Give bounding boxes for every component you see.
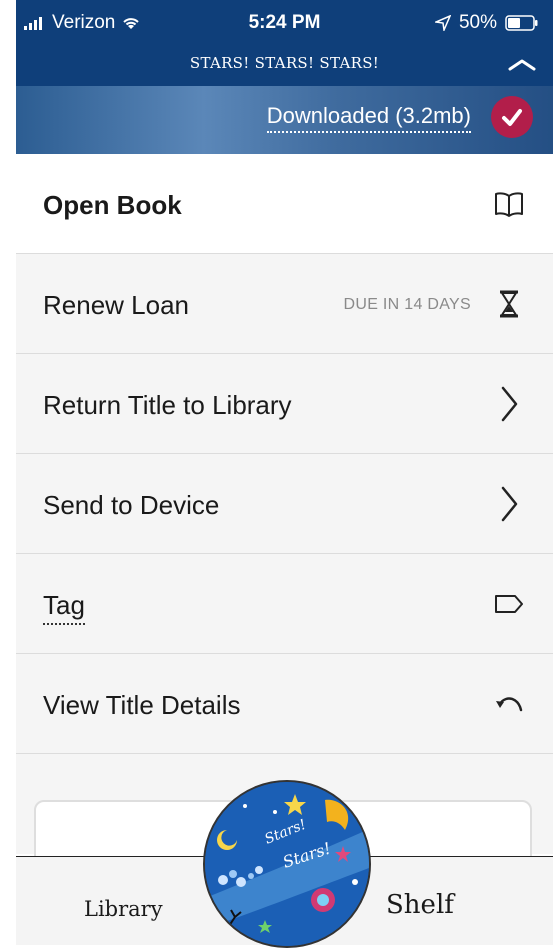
battery-status: 50% [434, 12, 539, 34]
book-title: STARS! STARS! STARS! [189, 54, 380, 72]
undo-arrow-icon [493, 688, 525, 720]
title-action-menu: Open Book Renew Loan DUE IN 14 DAYS Retu… [16, 154, 553, 854]
title-bar: STARS! STARS! STARS! [16, 46, 553, 86]
tab-shelf[interactable]: Shelf [386, 890, 454, 920]
menu-item-send-to-device[interactable]: Send to Device [16, 454, 553, 554]
chevron-up-icon [508, 59, 536, 71]
location-arrow-icon [434, 15, 451, 31]
download-status-link[interactable]: Downloaded (3.2mb) [266, 103, 471, 133]
status-bar: Verizon 5:24 PM 50% [16, 0, 553, 46]
book-cover-thumbnail[interactable]: Stars! Stars! [203, 780, 371, 948]
menu-item-label: Renew Loan [43, 290, 189, 320]
due-date-badge: DUE IN 14 DAYS [343, 296, 471, 313]
battery-icon [505, 15, 538, 31]
hourglass-icon [493, 288, 525, 320]
battery-percent: 50% [458, 12, 497, 33]
menu-item-view-title-details[interactable]: View Title Details [16, 654, 553, 754]
book-icon [493, 188, 525, 220]
menu-item-label: Open Book [43, 190, 182, 220]
menu-item-return-title[interactable]: Return Title to Library [16, 354, 553, 454]
menu-item-tag[interactable]: Tag [16, 554, 553, 654]
menu-item-label: Tag [43, 590, 85, 625]
collapse-button[interactable] [507, 50, 537, 80]
chevron-right-icon [493, 386, 525, 422]
check-icon [502, 109, 522, 126]
menu-item-label: Send to Device [43, 490, 220, 520]
download-banner: Downloaded (3.2mb) [16, 86, 553, 154]
chevron-right-icon [493, 486, 525, 522]
menu-item-label: View Title Details [43, 690, 241, 720]
menu-item-renew-loan[interactable]: Renew Loan DUE IN 14 DAYS [16, 254, 553, 354]
tab-library[interactable]: Library [84, 897, 163, 921]
downloaded-check-badge[interactable] [491, 96, 533, 138]
menu-item-open-book[interactable]: Open Book [16, 154, 553, 254]
tag-icon [493, 588, 525, 620]
cover-art: Stars! Stars! [205, 782, 369, 946]
menu-item-label: Return Title to Library [43, 390, 292, 420]
